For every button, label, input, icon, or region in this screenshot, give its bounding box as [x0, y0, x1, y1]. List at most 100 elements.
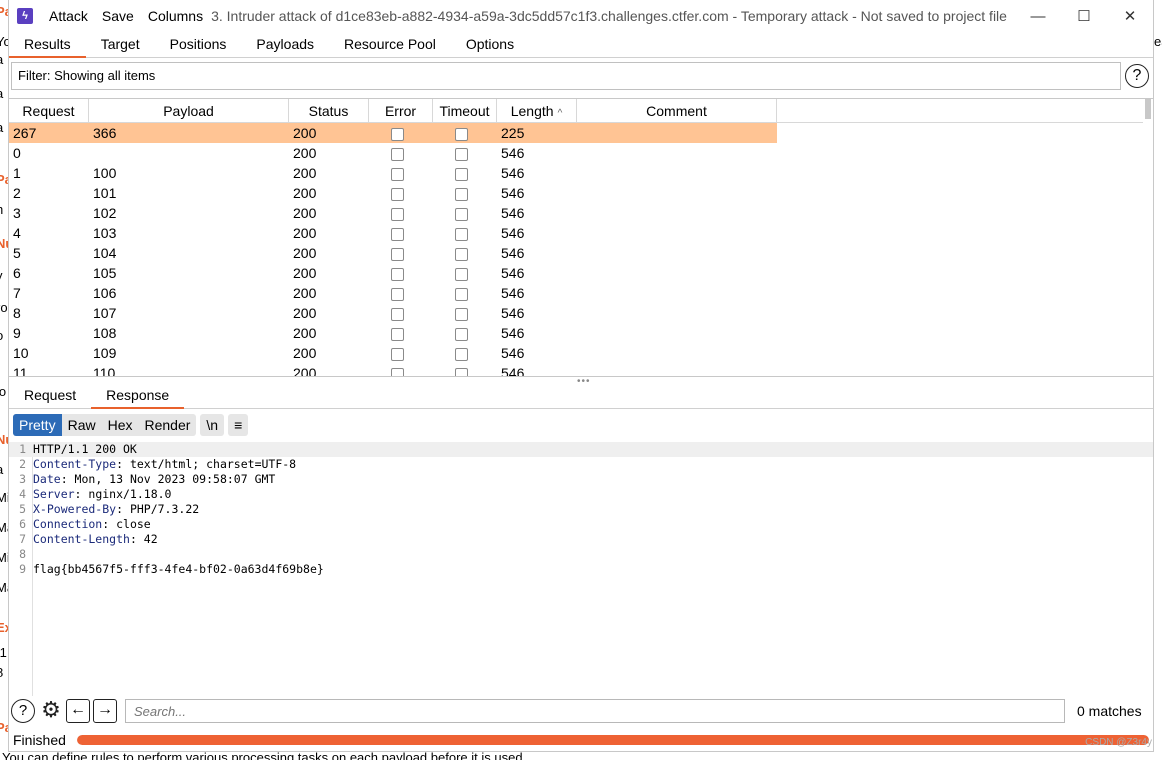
error-checkbox[interactable]	[391, 167, 404, 181]
cell-filler	[777, 243, 1143, 263]
cell-length: 225	[501, 125, 525, 141]
cell-error	[369, 283, 433, 303]
cell-timeout	[433, 143, 497, 163]
table-row[interactable]: 6 105 200 546	[9, 263, 1143, 283]
cell-comment	[577, 223, 777, 243]
response-line: 1 HTTP/1.1 200 OK	[9, 442, 1153, 457]
tab-options[interactable]: Options	[451, 32, 529, 57]
table-row[interactable]: 3 102 200 546	[9, 203, 1143, 223]
maximize-button[interactable]: ☐	[1061, 0, 1107, 32]
search-input[interactable]	[125, 699, 1065, 723]
timeout-checkbox[interactable]	[455, 127, 468, 141]
header-value: : close	[102, 517, 151, 531]
column-length[interactable]: Length ^	[497, 99, 577, 122]
response-line-content: Date: Mon, 13 Nov 2023 09:58:07 GMT	[29, 472, 275, 487]
table-row[interactable]: 10 109 200 546	[9, 343, 1143, 363]
table-row[interactable]: 1 100 200 546	[9, 163, 1143, 183]
table-row[interactable]: 9 108 200 546	[9, 323, 1143, 343]
close-button[interactable]: ✕	[1107, 0, 1153, 32]
header-name: Connection	[33, 517, 103, 531]
tab-payloads[interactable]: Payloads	[241, 32, 329, 57]
timeout-checkbox[interactable]	[455, 147, 468, 161]
timeout-checkbox[interactable]	[455, 207, 468, 221]
table-row[interactable]: 2 101 200 546	[9, 183, 1143, 203]
table-row[interactable]: 7 106 200 546	[9, 283, 1143, 303]
tab-results[interactable]: Results	[9, 32, 86, 58]
table-row[interactable]: 4 103 200 546	[9, 223, 1143, 243]
filter-bar[interactable]: Filter: Showing all items	[11, 62, 1121, 90]
column-payload[interactable]: Payload	[89, 99, 289, 122]
timeout-checkbox[interactable]	[455, 167, 468, 181]
error-checkbox[interactable]	[391, 187, 404, 201]
error-checkbox[interactable]	[391, 347, 404, 361]
minimize-button[interactable]: —	[1015, 0, 1061, 32]
table-row[interactable]: 5 104 200 546	[9, 243, 1143, 263]
header-name: X-Powered-By	[33, 502, 117, 516]
table-row-selected[interactable]: 267 366 200 225	[9, 123, 1143, 143]
column-comment[interactable]: Comment	[577, 99, 777, 122]
help-icon[interactable]: ?	[1125, 64, 1149, 88]
cell-filler	[777, 123, 1143, 143]
view-render-button[interactable]: Render	[139, 414, 197, 436]
timeout-checkbox[interactable]	[455, 287, 468, 301]
cell-length: 546	[501, 305, 525, 321]
timeout-checkbox[interactable]	[455, 307, 468, 321]
cell-error	[369, 303, 433, 323]
menu-columns[interactable]: Columns	[148, 8, 203, 24]
table-row[interactable]: 11 110 200 546	[9, 363, 1143, 377]
view-hex-button[interactable]: Hex	[102, 414, 139, 436]
error-checkbox[interactable]	[391, 367, 404, 376]
error-checkbox[interactable]	[391, 127, 404, 141]
timeout-checkbox[interactable]	[455, 327, 468, 341]
gear-icon[interactable]: ⚙	[39, 699, 63, 723]
menu-save[interactable]: Save	[102, 8, 134, 24]
error-checkbox[interactable]	[391, 307, 404, 321]
error-checkbox[interactable]	[391, 247, 404, 261]
cell-status: 200	[293, 365, 317, 377]
column-status[interactable]: Status	[289, 99, 369, 122]
background-window-left-edge: Pa Yo a a a Pa h Nu y ro o t lo Nu a Mi …	[0, 0, 8, 760]
cell-timeout	[433, 163, 497, 183]
error-checkbox[interactable]	[391, 287, 404, 301]
timeout-checkbox[interactable]	[455, 247, 468, 261]
error-checkbox[interactable]	[391, 227, 404, 241]
error-checkbox[interactable]	[391, 147, 404, 161]
column-timeout[interactable]: Timeout	[433, 99, 497, 122]
table-row[interactable]: 0 200 546	[9, 143, 1143, 163]
table-scrollbar[interactable]	[1145, 99, 1151, 119]
tab-request[interactable]: Request	[9, 383, 91, 408]
timeout-checkbox[interactable]	[455, 367, 468, 376]
response-line: 3 Date: Mon, 13 Nov 2023 09:58:07 GMT	[9, 472, 1153, 487]
column-error[interactable]: Error	[369, 99, 433, 122]
error-checkbox[interactable]	[391, 267, 404, 281]
error-checkbox[interactable]	[391, 207, 404, 221]
column-request[interactable]: Request	[9, 99, 89, 122]
view-pretty-button[interactable]: Pretty	[13, 414, 62, 436]
error-checkbox[interactable]	[391, 327, 404, 341]
cell-timeout	[433, 223, 497, 243]
cell-length: 546	[501, 205, 525, 221]
cell-status: 200	[293, 205, 317, 221]
timeout-checkbox[interactable]	[455, 347, 468, 361]
tab-resource-pool[interactable]: Resource Pool	[329, 32, 451, 57]
tab-target[interactable]: Target	[86, 32, 155, 57]
arrow-left-icon[interactable]: ←	[66, 699, 90, 723]
tab-positions[interactable]: Positions	[155, 32, 242, 57]
response-editor[interactable]: 1 HTTP/1.1 200 OK 2 Content-Type: text/html…	[9, 442, 1153, 696]
cell-length: 546	[501, 345, 525, 361]
timeout-checkbox[interactable]	[455, 227, 468, 241]
view-raw-button[interactable]: Raw	[62, 414, 102, 436]
table-row[interactable]: 8 107 200 546	[9, 303, 1143, 323]
help-icon[interactable]: ?	[11, 699, 35, 723]
tab-response[interactable]: Response	[91, 383, 185, 409]
timeout-checkbox[interactable]	[455, 187, 468, 201]
arrow-right-icon[interactable]: →	[93, 699, 117, 723]
cell-payload: 107	[93, 305, 117, 321]
intruder-attack-window: ϟ Attack Save Columns 3. Intruder attack…	[8, 0, 1154, 752]
show-newlines-button[interactable]: \n	[200, 414, 225, 436]
menu-attack[interactable]: Attack	[49, 8, 88, 24]
hamburger-menu-icon[interactable]: ≡	[228, 414, 249, 436]
cell-request: 5	[13, 245, 21, 261]
timeout-checkbox[interactable]	[455, 267, 468, 281]
cell-filler	[777, 203, 1143, 223]
